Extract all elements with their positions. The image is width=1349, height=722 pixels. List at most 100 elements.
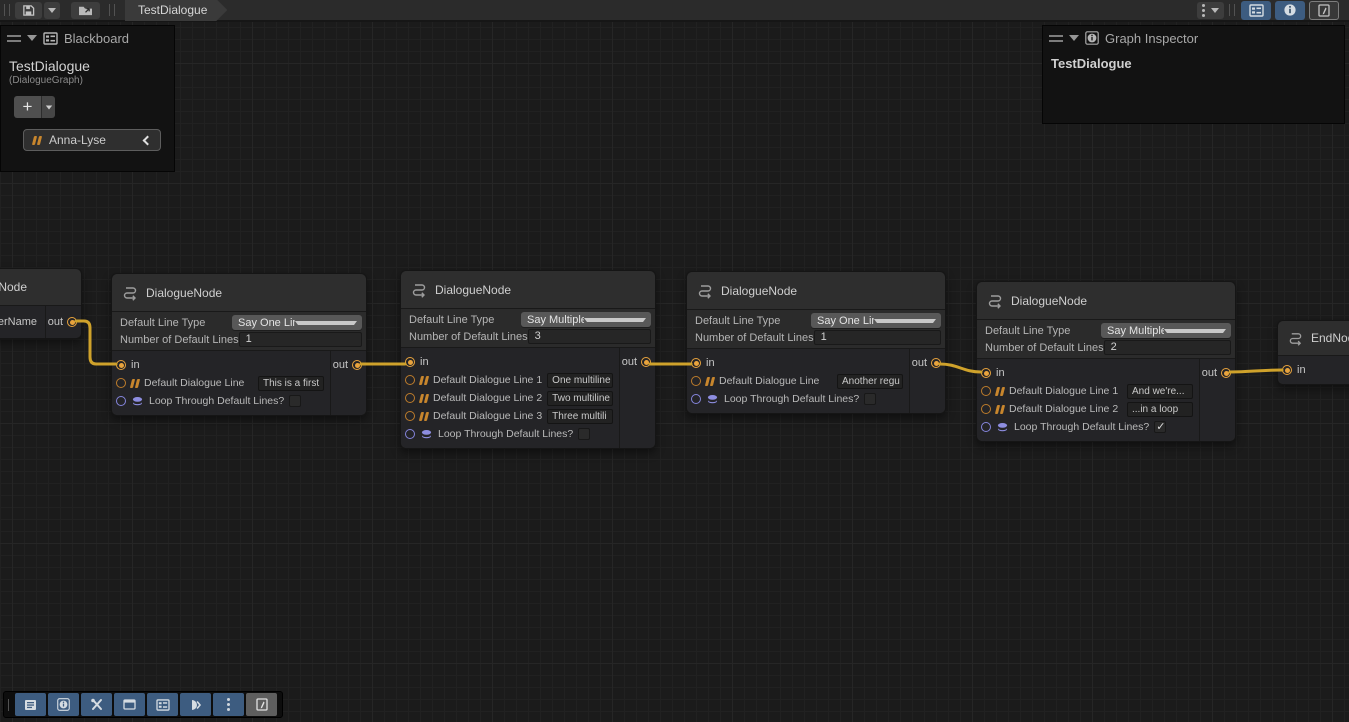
dialogue-line-label: Default Dialogue Line bbox=[144, 377, 244, 389]
line-type-dropdown[interactable]: Say One Line bbox=[232, 315, 362, 330]
dialogue-node-4[interactable]: DialogueNode Default Line Type Say Multi… bbox=[976, 281, 1236, 442]
node-title-bar[interactable]: DialogueNode bbox=[977, 282, 1235, 320]
loop-checkbox[interactable] bbox=[1154, 421, 1166, 433]
loop-port[interactable] bbox=[116, 396, 126, 406]
dialogue-line-port[interactable] bbox=[116, 378, 126, 388]
graph-tab[interactable]: TestDialogue bbox=[125, 0, 227, 21]
toolbar-grip[interactable] bbox=[4, 4, 10, 16]
dialogue-node-1[interactable]: DialogueNode Default Line Type Say One L… bbox=[111, 273, 367, 416]
loop-checkbox[interactable] bbox=[289, 395, 301, 407]
edge-node3-to-node4[interactable] bbox=[940, 364, 981, 372]
out-port[interactable] bbox=[931, 358, 941, 368]
dialogue-node-2[interactable]: DialogueNode Default Line Type Say Multi… bbox=[400, 270, 656, 449]
in-port[interactable] bbox=[405, 357, 415, 367]
dialogue-line-port[interactable] bbox=[405, 393, 415, 403]
kebab-menu-icon bbox=[227, 698, 230, 711]
in-port[interactable] bbox=[981, 368, 991, 378]
window-button[interactable] bbox=[114, 693, 145, 716]
line-type-dropdown[interactable]: Say Multiple Lines bbox=[521, 312, 651, 327]
folder-open-icon bbox=[78, 4, 93, 17]
node-title-bar[interactable]: EndNode bbox=[1278, 321, 1349, 356]
blackboard-icon bbox=[156, 699, 170, 711]
add-property-button[interactable]: + bbox=[14, 96, 41, 118]
start-node[interactable]: StartNode SpeakerName out bbox=[0, 268, 82, 339]
edge-node4-to-end[interactable] bbox=[1230, 370, 1282, 372]
loop-port[interactable] bbox=[405, 429, 415, 439]
dialogue-line-port[interactable] bbox=[981, 386, 991, 396]
out-port[interactable] bbox=[1221, 368, 1231, 378]
toggle-blackboard-button[interactable] bbox=[1241, 1, 1271, 20]
num-lines-field[interactable]: 1 bbox=[814, 330, 941, 345]
save-options-button[interactable] bbox=[44, 2, 60, 19]
collapse-caret-icon[interactable] bbox=[27, 35, 37, 41]
blackboard-property-anna-lyse[interactable]: Anna-Lyse bbox=[23, 129, 161, 151]
toolbar-grip[interactable] bbox=[8, 699, 10, 711]
loop-checkbox[interactable] bbox=[864, 393, 876, 405]
loop-port[interactable] bbox=[691, 394, 701, 404]
num-lines-field[interactable]: 3 bbox=[528, 329, 651, 344]
flow-node-icon bbox=[987, 293, 1003, 309]
in-port[interactable] bbox=[1282, 365, 1292, 375]
in-port[interactable] bbox=[691, 358, 701, 368]
dialogue-line-field[interactable]: Another regu bbox=[837, 374, 903, 389]
toolbar-grip[interactable] bbox=[109, 4, 115, 16]
loop-port[interactable] bbox=[981, 422, 991, 432]
console-button[interactable] bbox=[15, 693, 46, 716]
caret-down-icon bbox=[584, 318, 647, 322]
dialogue-preview-icon bbox=[189, 699, 203, 711]
tools-button[interactable] bbox=[81, 693, 112, 716]
loop-checkbox[interactable] bbox=[578, 428, 590, 440]
line-type-dropdown[interactable]: Say Multiple Lines bbox=[1101, 323, 1231, 338]
dialogue-line-field[interactable]: Three multili bbox=[547, 409, 613, 424]
script-preview-button[interactable] bbox=[246, 693, 277, 716]
dialogue-line-field[interactable]: Two multiline bbox=[547, 391, 613, 406]
dialogue-line-port[interactable] bbox=[405, 411, 415, 421]
dialogue-line-port[interactable] bbox=[691, 376, 701, 386]
dialogue-line-port[interactable] bbox=[405, 375, 415, 385]
out-port[interactable] bbox=[67, 317, 77, 327]
add-property-options-button[interactable] bbox=[41, 96, 55, 118]
in-port[interactable] bbox=[116, 360, 126, 370]
chevron-left-icon[interactable] bbox=[143, 135, 153, 145]
more-options-button[interactable] bbox=[213, 693, 244, 716]
dialogue-line-field[interactable]: One multiline bbox=[547, 373, 613, 388]
drag-handle-icon[interactable] bbox=[1049, 35, 1063, 42]
dialogue-node-3[interactable]: DialogueNode Default Line Type Say One L… bbox=[686, 271, 946, 414]
num-lines-field[interactable]: 1 bbox=[239, 332, 362, 347]
dialogue-line-field[interactable]: And we're... bbox=[1127, 384, 1193, 399]
num-lines-field[interactable]: 2 bbox=[1104, 340, 1231, 355]
dialogue-line-field[interactable]: ...in a loop bbox=[1127, 402, 1193, 417]
collapse-caret-icon[interactable] bbox=[1069, 35, 1079, 41]
node-title-bar[interactable]: DialogueNode bbox=[401, 271, 655, 309]
dialogue-preview-button[interactable] bbox=[180, 693, 211, 716]
out-port[interactable] bbox=[641, 357, 651, 367]
toggle-script-preview-button[interactable] bbox=[1309, 1, 1339, 20]
node-title-bar[interactable]: DialogueNode bbox=[112, 274, 366, 312]
drag-handle-icon[interactable] bbox=[7, 35, 21, 42]
save-button[interactable] bbox=[15, 2, 42, 19]
out-port-label: out bbox=[622, 356, 637, 368]
property-name: Anna-Lyse bbox=[49, 133, 136, 147]
end-node[interactable]: EndNode in bbox=[1277, 320, 1349, 385]
caret-down-icon bbox=[48, 8, 56, 13]
graph-inspector-graph-name: TestDialogue bbox=[1043, 50, 1344, 77]
info-button[interactable] bbox=[48, 693, 79, 716]
line-type-label: Default Line Type bbox=[120, 317, 232, 329]
loop-label: Loop Through Default Lines? bbox=[438, 428, 573, 440]
dialogue-line-port[interactable] bbox=[981, 404, 991, 414]
toolbar-grip[interactable] bbox=[1229, 4, 1235, 16]
edge-start-to-node1[interactable] bbox=[76, 321, 116, 364]
toggle-graph-inspector-button[interactable] bbox=[1275, 1, 1305, 20]
out-port[interactable] bbox=[352, 360, 362, 370]
loop-label: Loop Through Default Lines? bbox=[724, 393, 859, 405]
top-toolbar: TestDialogue bbox=[0, 0, 1349, 22]
open-asset-button[interactable] bbox=[71, 2, 100, 19]
blackboard-button[interactable] bbox=[147, 693, 178, 716]
in-port-label: in bbox=[996, 367, 1005, 379]
node-title-bar[interactable]: DialogueNode bbox=[687, 272, 945, 310]
more-options-button[interactable] bbox=[1197, 2, 1224, 19]
node-title-bar[interactable]: StartNode bbox=[0, 269, 81, 306]
dialogue-line-label: Default Dialogue Line 2 bbox=[1009, 403, 1118, 415]
line-type-dropdown[interactable]: Say One Line bbox=[811, 313, 941, 328]
dialogue-line-field[interactable]: This is a first bbox=[258, 376, 324, 391]
